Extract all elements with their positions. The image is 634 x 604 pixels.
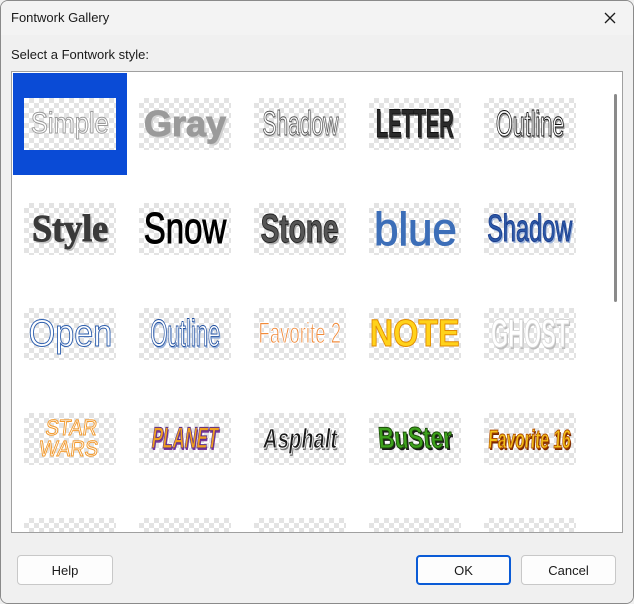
ok-button[interactable]: OK — [416, 555, 511, 585]
style-preview: Outline — [139, 308, 231, 360]
style-preview-text: Shadow — [487, 208, 573, 250]
fontwork-style-item[interactable]: Outline — [473, 73, 587, 175]
close-icon — [604, 12, 616, 24]
style-preview-text: Gray — [143, 103, 227, 144]
style-preview — [484, 518, 576, 532]
style-preview-text: Shadow — [261, 105, 339, 143]
style-preview-text: Favorite 2 — [258, 317, 342, 350]
fontwork-style-item[interactable]: Asphalt — [243, 388, 357, 490]
style-preview-text: Stone — [261, 207, 339, 251]
style-preview — [369, 518, 461, 532]
fontwork-style-item[interactable] — [358, 493, 472, 532]
style-preview-text: Simple — [31, 107, 110, 140]
fontwork-style-item[interactable]: Gray — [128, 73, 242, 175]
style-preview: PLANET — [139, 413, 231, 465]
fontwork-style-item[interactable]: Stone — [243, 178, 357, 280]
style-preview-text: NOTE — [370, 313, 461, 355]
style-preview: Favorite 16 — [484, 413, 576, 465]
fontwork-style-item[interactable]: Outline — [128, 283, 242, 385]
style-preview: LETTER — [369, 98, 461, 150]
style-preview-text: STAR WARS — [37, 415, 100, 462]
style-preview: Open — [24, 308, 116, 360]
style-preview: Outline — [484, 98, 576, 150]
style-preview-text: Asphalt — [261, 423, 340, 455]
fontwork-style-item[interactable]: LETTER — [358, 73, 472, 175]
fontwork-gallery-dialog: Fontwork Gallery Select a Fontwork style… — [0, 0, 634, 604]
fontwork-style-item[interactable]: GHOST — [473, 283, 587, 385]
style-preview-text: Outline — [150, 313, 220, 355]
vertical-scrollbar[interactable] — [606, 72, 622, 532]
fontwork-style-gallery[interactable]: Simple Gray Shadow LETTER Outline Style Snow St… — [11, 71, 623, 533]
fontwork-style-item[interactable]: Favorite 2 — [243, 283, 357, 385]
style-preview-text: Snow — [143, 204, 227, 253]
window-title: Fontwork Gallery — [11, 10, 110, 25]
fontwork-style-item[interactable] — [473, 493, 587, 532]
dialog-footer: Help OK Cancel — [1, 535, 633, 603]
style-preview-text: LETTER — [376, 102, 454, 146]
style-preview: Favorite 2 — [254, 308, 346, 360]
style-preview: Stone — [254, 203, 346, 255]
style-preview: NOTE — [369, 308, 461, 360]
fontwork-style-item[interactable]: Open — [13, 283, 127, 385]
style-preview: Asphalt — [254, 413, 346, 465]
fontwork-style-item[interactable]: STAR WARS — [13, 388, 127, 490]
style-preview: GHOST — [484, 308, 576, 360]
fontwork-style-item[interactable]: Favorite 16 — [473, 388, 587, 490]
style-preview — [24, 518, 116, 532]
fontwork-style-item[interactable]: blue — [358, 178, 472, 280]
fontwork-style-item[interactable]: NOTE — [358, 283, 472, 385]
style-preview: blue — [369, 203, 461, 255]
style-preview: Shadow — [254, 98, 346, 150]
style-preview-text: Open — [28, 313, 113, 355]
style-preview: Snow — [139, 203, 231, 255]
style-preview — [254, 518, 346, 532]
style-preview-text: PLANET — [149, 422, 221, 456]
style-preview: Style — [24, 203, 116, 255]
style-preview: Simple — [24, 98, 116, 150]
fontwork-style-item[interactable]: BuSter — [358, 388, 472, 490]
close-button[interactable] — [595, 5, 625, 31]
style-preview: BuSter — [369, 413, 461, 465]
fontwork-style-item[interactable] — [128, 493, 242, 532]
style-preview-text: Style — [31, 208, 109, 250]
fontwork-style-item[interactable]: Snow — [128, 178, 242, 280]
scrollbar-thumb[interactable] — [614, 94, 617, 302]
fontwork-style-item[interactable]: Simple — [13, 73, 127, 175]
style-preview: Gray — [139, 98, 231, 150]
style-preview: Shadow — [484, 203, 576, 255]
fontwork-style-item[interactable] — [13, 493, 127, 532]
style-preview — [139, 518, 231, 532]
style-preview-text: Outline — [495, 103, 565, 144]
fontwork-style-item[interactable] — [243, 493, 357, 532]
cancel-button[interactable]: Cancel — [521, 555, 616, 585]
style-preview-text: GHOST — [490, 312, 570, 356]
style-preview-text: BuSter — [376, 422, 454, 456]
style-preview-text: blue — [373, 203, 457, 255]
fontwork-style-item[interactable]: PLANET — [128, 388, 242, 490]
title-bar: Fontwork Gallery — [1, 1, 633, 35]
help-button[interactable]: Help — [17, 555, 113, 585]
fontwork-style-item[interactable]: Shadow — [473, 178, 587, 280]
style-preview: STAR WARS — [24, 413, 116, 465]
select-style-label: Select a Fontwork style: — [11, 47, 149, 62]
style-preview-text: Favorite 16 — [487, 424, 573, 455]
fontwork-style-item[interactable]: Style — [13, 178, 127, 280]
fontwork-style-item[interactable]: Shadow — [243, 73, 357, 175]
